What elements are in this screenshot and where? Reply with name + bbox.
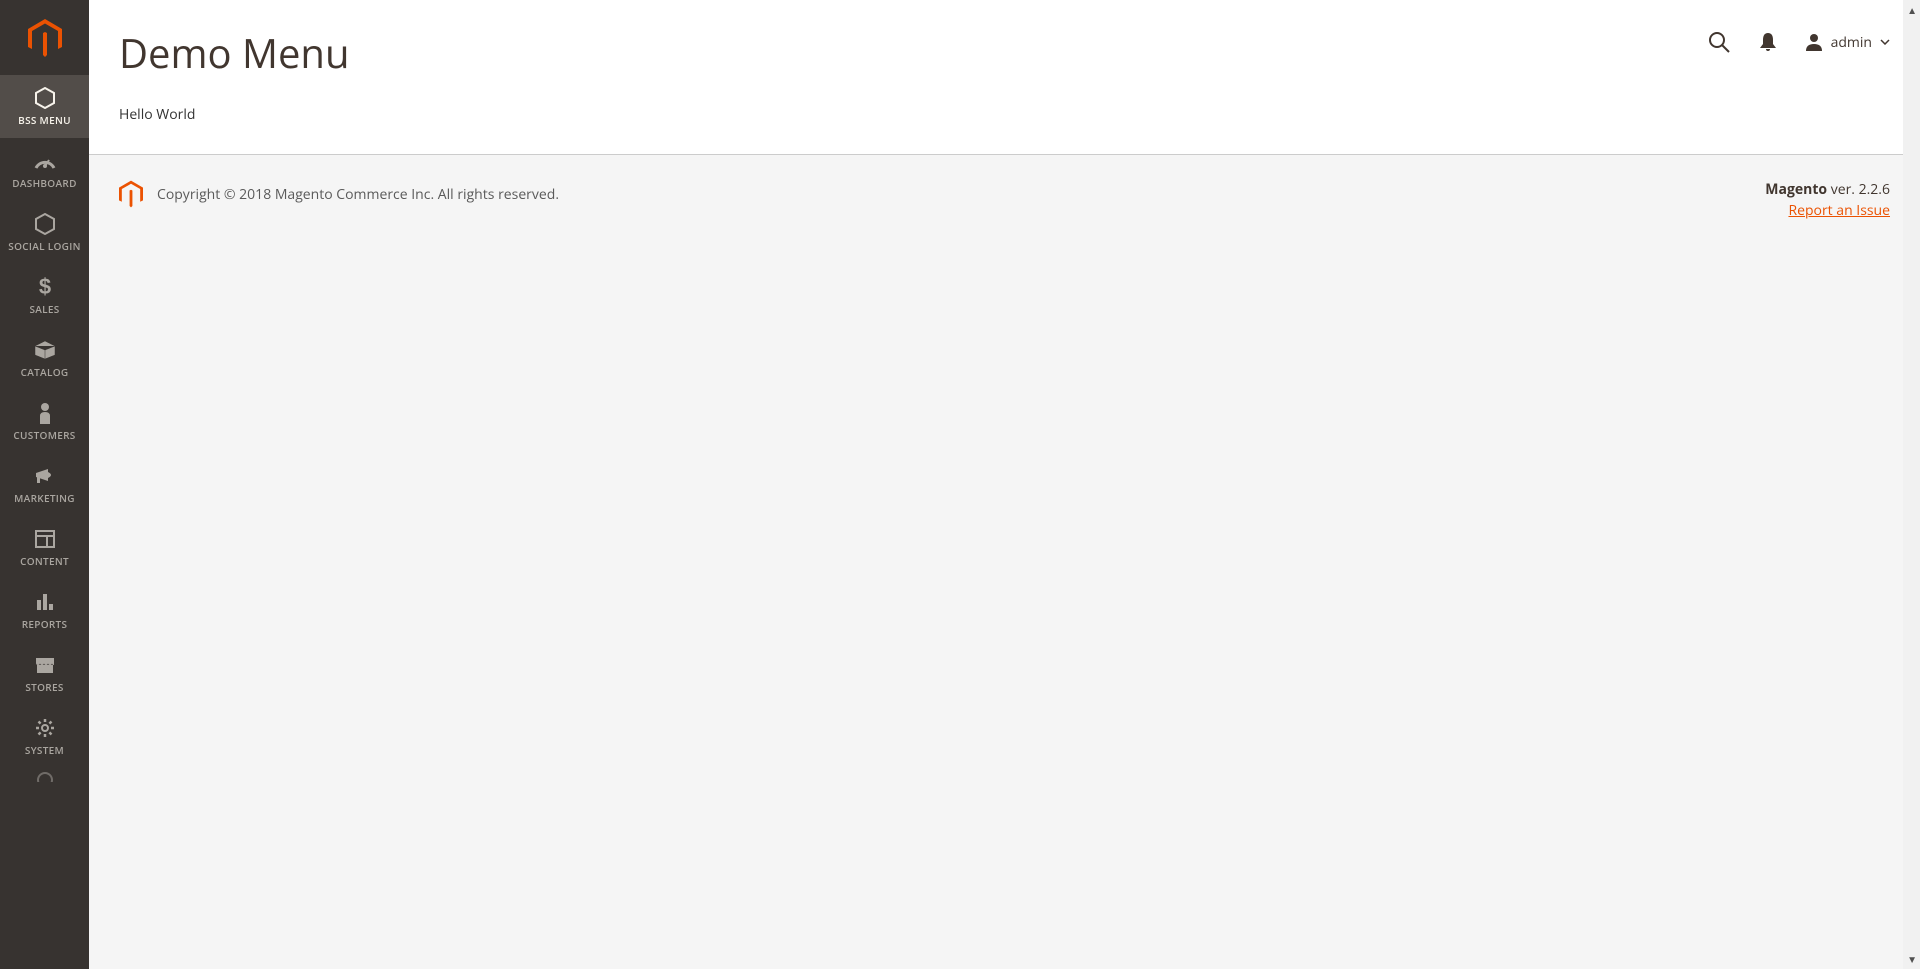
box-icon: [34, 339, 56, 361]
magento-logo-icon: [28, 19, 62, 57]
hexagon-outline-icon: [35, 213, 55, 235]
hexagon-icon: [35, 87, 55, 109]
footer-copyright: Copyright © 2018 Magento Commerce Inc. A…: [157, 185, 559, 204]
sidebar-item-system[interactable]: SYSTEM: [0, 705, 89, 768]
scroll-down-icon: ▼: [1907, 952, 1917, 966]
content-text: Hello World: [119, 105, 1890, 124]
magento-logo[interactable]: [0, 0, 89, 75]
page-title: Demo Menu: [119, 25, 349, 80]
layout-icon: [35, 528, 55, 550]
magento-footer-icon: [119, 180, 143, 208]
sidebar-item-label: CATALOG: [21, 365, 69, 379]
sidebar-item-partial[interactable]: [0, 768, 89, 788]
footer-version: Magento ver. 2.2.6: [1765, 180, 1890, 199]
gauge-icon: [34, 150, 56, 172]
megaphone-icon: [34, 465, 56, 487]
dollar-icon: $: [38, 276, 52, 298]
person-icon: [38, 402, 52, 424]
bell-icon: [1759, 32, 1777, 52]
chevron-down-icon: [1880, 39, 1890, 45]
scroll-up-icon: ▲: [1907, 3, 1917, 17]
user-icon: [1805, 33, 1823, 51]
footer-product-name: Magento: [1765, 180, 1827, 199]
sidebar-item-label: SOCIAL LOGIN: [8, 239, 80, 253]
sidebar-item-label: STORES: [25, 680, 63, 694]
sidebar-item-bss-menu[interactable]: BSS MENU: [0, 75, 89, 138]
footer-version-label: ver. 2.2.6: [1827, 180, 1890, 199]
store-icon: [34, 654, 56, 676]
user-menu[interactable]: admin: [1805, 33, 1890, 52]
sidebar-item-label: CONTENT: [20, 554, 69, 568]
sidebar-item-label: DASHBOARD: [12, 176, 76, 190]
sidebar-item-dashboard[interactable]: DASHBOARD: [0, 138, 89, 201]
sidebar-item-label: REPORTS: [22, 617, 68, 631]
svg-text:$: $: [38, 276, 50, 298]
scrollbar[interactable]: ▲ ▼: [1903, 0, 1920, 969]
bars-icon: [35, 591, 55, 613]
search-button[interactable]: [1707, 30, 1731, 54]
sidebar-item-stores[interactable]: STORES: [0, 642, 89, 705]
sidebar-item-reports[interactable]: REPORTS: [0, 579, 89, 642]
sidebar-item-social-login[interactable]: SOCIAL LOGIN: [0, 201, 89, 264]
sidebar-item-marketing[interactable]: MARKETING: [0, 453, 89, 516]
sidebar-item-label: SALES: [29, 302, 59, 316]
sidebar-item-customers[interactable]: CUSTOMERS: [0, 390, 89, 453]
partial-icon: [35, 768, 55, 784]
sidebar-item-label: MARKETING: [14, 491, 75, 505]
gear-icon: [35, 717, 55, 739]
report-issue-link[interactable]: Report an Issue: [1788, 201, 1890, 220]
sidebar-item-catalog[interactable]: CATALOG: [0, 327, 89, 390]
search-icon: [1707, 30, 1731, 54]
sidebar-item-content[interactable]: CONTENT: [0, 516, 89, 579]
sidebar-item-label: BSS MENU: [18, 113, 71, 127]
sidebar-item-sales[interactable]: $ SALES: [0, 264, 89, 327]
notifications-button[interactable]: [1759, 32, 1777, 52]
sidebar-item-label: CUSTOMERS: [13, 428, 75, 442]
user-name: admin: [1831, 33, 1872, 52]
sidebar-item-label: SYSTEM: [25, 743, 64, 757]
